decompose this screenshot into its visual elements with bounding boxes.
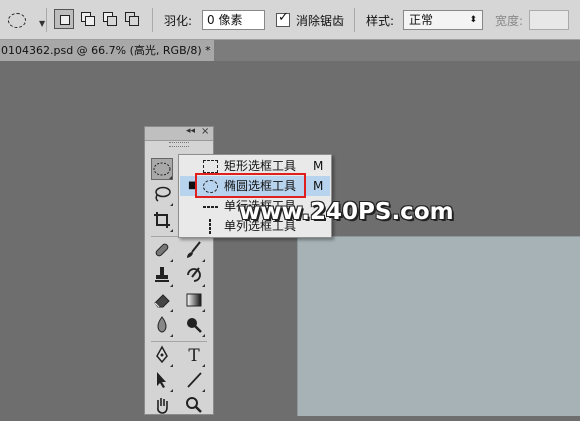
- shortcut-key: M: [313, 159, 324, 173]
- tool-preset-picker[interactable]: ▼: [6, 10, 45, 30]
- document-canvas[interactable]: [297, 236, 580, 416]
- eraser-icon: [154, 294, 170, 308]
- zoom-tool[interactable]: [183, 395, 205, 417]
- history-brush-tool[interactable]: [183, 265, 205, 287]
- pen-tool[interactable]: [151, 345, 173, 367]
- single-column-marquee-icon: [209, 219, 211, 234]
- checkmark-icon: ✓: [278, 10, 289, 25]
- width-label: 宽度:: [495, 14, 524, 28]
- history-brush-icon: [187, 267, 201, 282]
- watermark-text: www.240PS.com: [239, 199, 454, 225]
- subtract-from-selection-button[interactable]: [100, 9, 120, 29]
- gradient-icon: [186, 293, 202, 307]
- eraser-tool[interactable]: [151, 290, 173, 312]
- document-tab-title: 20104362.psd @ 66.7% (高光, RGB/8) *: [0, 44, 211, 57]
- divider: [152, 8, 153, 32]
- feather-label: 羽化:: [164, 14, 193, 28]
- tools-panel-header[interactable]: ◂◂ ×: [145, 126, 213, 141]
- arrow-pointer-icon: [157, 372, 166, 388]
- style-label: 样式:: [366, 14, 395, 28]
- style-select-value: 正常: [409, 13, 434, 27]
- type-icon: T: [188, 346, 200, 366]
- blur-tool[interactable]: [151, 315, 173, 337]
- blur-icon: [157, 316, 167, 333]
- type-tool[interactable]: T: [183, 345, 205, 367]
- hand-tool[interactable]: [151, 395, 173, 417]
- gradient-tool[interactable]: [183, 290, 205, 312]
- intersect-selection-icon-part: [129, 16, 139, 26]
- dodge-icon: [187, 318, 202, 333]
- line-icon: [187, 372, 202, 388]
- chevron-down-icon: ▼: [39, 19, 46, 28]
- brush-icon: [187, 241, 201, 258]
- intersect-selection-button[interactable]: [122, 9, 142, 29]
- annotation-highlight-box: [195, 173, 306, 198]
- feather-input[interactable]: 0 像素: [202, 10, 265, 30]
- path-selection-tool[interactable]: [151, 370, 173, 392]
- collapse-icon[interactable]: ◂◂: [186, 126, 195, 136]
- stamp-icon: [155, 267, 169, 282]
- line-tool[interactable]: [183, 370, 205, 392]
- select-arrows-icon: ⬍: [469, 15, 477, 25]
- style-select[interactable]: 正常 ⬍: [403, 10, 483, 30]
- hand-icon: [157, 398, 168, 414]
- width-input[interactable]: [529, 10, 569, 30]
- single-row-marquee-icon: [203, 206, 218, 208]
- bandage-icon: [155, 243, 169, 257]
- healing-brush-tool[interactable]: [151, 240, 173, 262]
- drag-grip[interactable]: [169, 142, 189, 147]
- options-bar: ▼ 羽化: 0 像素 ✓ 消除锯齿 样式: 正常 ⬍ 宽度:: [0, 0, 580, 40]
- crop-tool[interactable]: [151, 210, 173, 232]
- divider: [354, 8, 355, 32]
- tool-group-divider: [151, 341, 207, 342]
- lasso-icon: [155, 186, 171, 202]
- divider: [46, 8, 47, 32]
- new-selection-button[interactable]: [54, 9, 74, 29]
- ellipse-marquee-icon: [8, 13, 26, 28]
- lasso-tool[interactable]: [151, 184, 173, 206]
- add-selection-icon-part: [85, 16, 95, 26]
- document-tab[interactable]: 20104362.psd @ 66.7% (高光, RGB/8) * ×: [0, 40, 215, 61]
- clone-stamp-tool[interactable]: [151, 265, 173, 287]
- antialias-checkbox[interactable]: ✓: [276, 10, 290, 27]
- ellipse-marquee-tool[interactable]: [151, 158, 173, 180]
- dodge-tool[interactable]: [183, 315, 205, 337]
- magnifier-icon: [186, 397, 202, 413]
- antialias-label: 消除锯齿: [296, 14, 345, 28]
- new-selection-icon: [60, 15, 70, 25]
- close-icon[interactable]: ×: [201, 126, 209, 137]
- add-to-selection-button[interactable]: [78, 9, 98, 29]
- crop-icon: [154, 212, 170, 228]
- pen-icon: [156, 345, 168, 364]
- shortcut-key: M: [313, 179, 324, 193]
- tab-bar-empty: [214, 40, 580, 61]
- brush-tool[interactable]: [183, 240, 205, 262]
- subtract-selection-icon-part: [107, 16, 117, 26]
- rect-marquee-icon: [203, 160, 218, 173]
